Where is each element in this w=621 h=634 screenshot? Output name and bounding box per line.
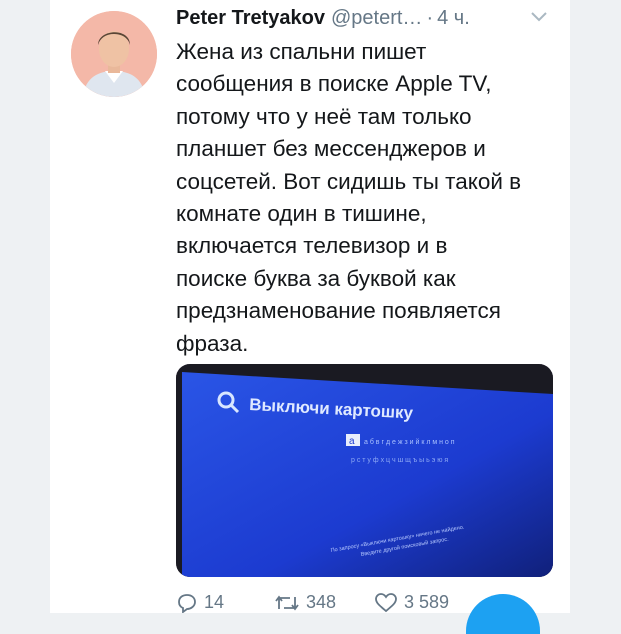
author-handle[interactable]: @petert… bbox=[331, 7, 422, 29]
timestamp[interactable]: 4 ч. bbox=[437, 7, 470, 29]
reply-count: 14 bbox=[204, 592, 225, 612]
tweet-media-image[interactable]: Выключи картошку а а б в г д е ж з и й к… bbox=[176, 364, 553, 577]
tweet-text: Жена из спальни пишет сообщения в поиске… bbox=[176, 39, 522, 356]
tv-keyboard-row2: р с т у ф х ц ч ш щ ъ ы ь э ю я bbox=[351, 457, 448, 464]
heart-icon bbox=[375, 592, 397, 612]
author-name[interactable]: Peter Tretyakov bbox=[176, 7, 325, 29]
retweet-count: 348 bbox=[306, 592, 337, 612]
avatar[interactable] bbox=[71, 11, 157, 97]
tv-keyboard-row1: а б в г д е ж з и й к л м н о п bbox=[364, 438, 455, 446]
retweet-button[interactable]: 348 bbox=[274, 592, 336, 613]
like-button[interactable]: 3 589 bbox=[374, 592, 449, 613]
retweet-icon bbox=[275, 595, 299, 610]
tv-selected-key-label: а bbox=[349, 436, 355, 447]
like-count: 3 589 bbox=[404, 592, 450, 612]
separator-dot: · bbox=[426, 7, 434, 29]
reply-icon bbox=[178, 593, 196, 613]
reply-button[interactable]: 14 bbox=[176, 592, 224, 613]
chevron-down-icon[interactable] bbox=[530, 10, 548, 24]
tweet-header: Peter Tretyakov @petert… · 4 ч. bbox=[176, 7, 556, 33]
